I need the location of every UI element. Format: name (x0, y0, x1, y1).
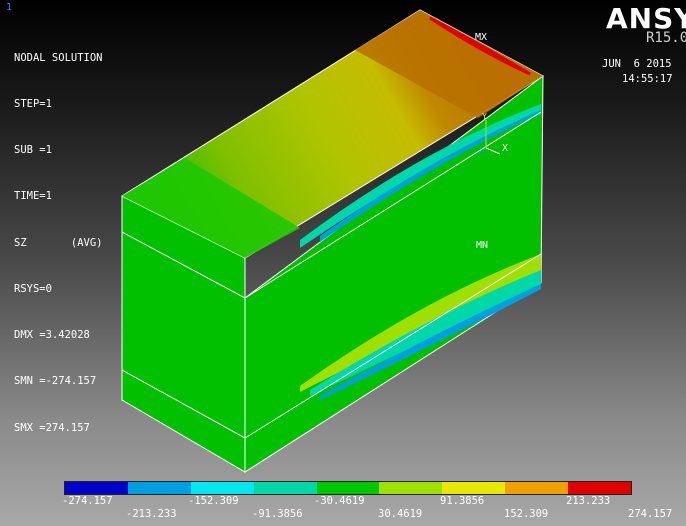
legend-label-bottom: -91.3856 (252, 508, 303, 520)
legend-label-top: -152.309 (188, 495, 239, 507)
legend-swatch (253, 482, 317, 494)
triad-y-label: Y (482, 112, 487, 121)
legend-label-bottom: 274.157 (628, 508, 673, 520)
max-marker: MX (475, 32, 488, 43)
legend-swatch (442, 482, 506, 494)
legend-label-top: -274.157 (62, 495, 113, 507)
legend-swatch (316, 482, 380, 494)
legend-swatch (190, 482, 254, 494)
legend-swatch (65, 482, 128, 494)
legend-swatch (568, 482, 632, 494)
triad-x-label: X (502, 143, 509, 154)
legend-label-bottom: 30.4619 (378, 508, 423, 520)
legend-label-bottom: -213.233 (126, 508, 177, 520)
contour-legend-bar (64, 481, 632, 495)
legend-label-top: 91.3856 (440, 495, 485, 507)
legend-swatch (505, 482, 569, 494)
legend-swatch (127, 482, 191, 494)
legend-swatch (379, 482, 443, 494)
legend-label-top: -30.4619 (314, 495, 365, 507)
min-marker: MN (476, 240, 489, 251)
fea-model-view[interactable] (0, 0, 686, 526)
legend-label-top: 213.233 (566, 495, 611, 507)
legend-label-bottom: 152.309 (504, 508, 549, 520)
